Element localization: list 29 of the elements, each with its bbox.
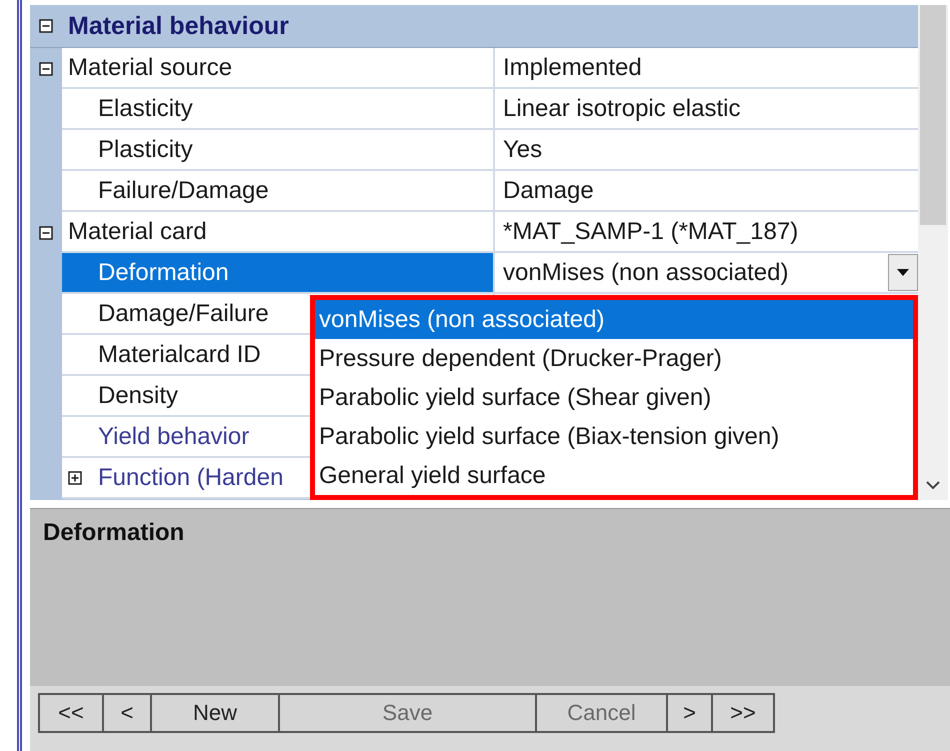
nav-button[interactable]: >> [711,693,775,733]
nav-button[interactable]: > [666,693,713,733]
property-value[interactable]: Yes [495,130,918,171]
property-value[interactable]: *MAT_SAMP-1 (*MAT_187) [495,212,918,253]
expand-icon[interactable] [68,470,82,484]
nav-button[interactable]: New [150,693,280,733]
property-name[interactable]: Material card [62,212,495,253]
scroll-thumb[interactable] [920,5,946,225]
category-title: Material behaviour [68,12,289,40]
property-value[interactable]: Implemented [495,48,918,89]
property-value[interactable]: vonMises (non associated) [495,253,918,294]
property-name[interactable]: Plasticity [62,130,495,171]
dropdown-option[interactable]: vonMises (non associated) [315,300,913,339]
collapse-icon[interactable] [39,226,53,240]
property-value[interactable]: Linear isotropic elastic [495,89,918,130]
nav-button[interactable]: << [38,693,104,733]
property-name[interactable]: Failure/Damage [62,171,495,212]
property-name[interactable]: Elasticity [62,89,495,130]
chevron-down-icon[interactable] [926,481,940,490]
property-name[interactable]: Material source [62,48,495,89]
scrollbar[interactable] [918,5,948,500]
nav-button[interactable]: < [102,693,152,733]
collapse-icon[interactable] [39,19,53,33]
description-title: Deformation [43,519,184,546]
collapse-icon[interactable] [39,62,53,76]
property-value[interactable]: Damage [495,171,918,212]
property-name[interactable]: Deformation [62,253,495,294]
dropdown-button[interactable] [888,254,918,291]
caret-icon [897,269,909,276]
